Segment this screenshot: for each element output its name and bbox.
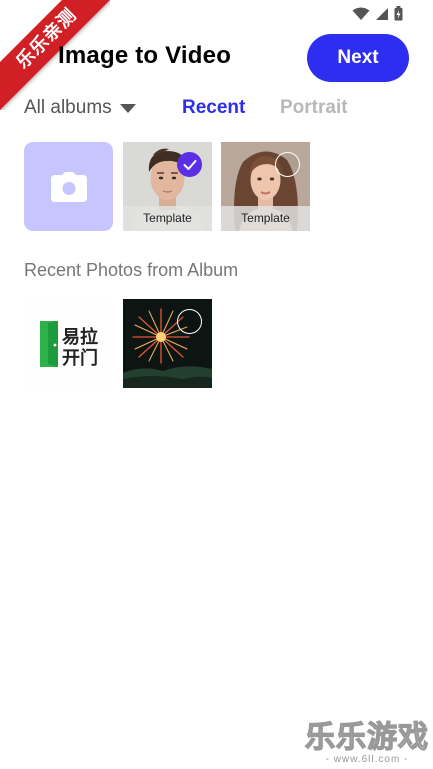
caret-down-icon [119,104,136,113]
template-tile-2[interactable]: Template [221,142,310,231]
template-label: Template [221,206,310,231]
camera-button[interactable] [24,142,113,231]
checkmark-icon [183,159,196,170]
watermark-url: - www.6ll.com - [325,754,409,765]
tab-portrait[interactable]: Portrait [280,97,348,119]
album-dropdown-label: All albums [24,97,112,118]
select-checkbox[interactable] [177,309,202,334]
select-checkbox[interactable] [275,152,300,177]
tab-recent[interactable]: Recent [182,97,245,119]
album-dropdown[interactable]: All albums [24,97,136,119]
site-watermark: 乐乐游戏 - www.6ll.com - [304,720,429,765]
recent-photos-section-title: Recent Photos from Album [24,260,239,280]
wifi-icon [352,7,370,20]
next-button[interactable]: Next [307,34,409,82]
template-label: Template [123,206,212,231]
battery-icon [394,6,403,21]
logo-text-line2: 开门 [62,348,98,369]
camera-icon [50,171,87,202]
cellular-signal-icon [376,7,388,20]
select-checkbox-checked[interactable] [177,152,202,177]
recent-photo-2[interactable] [123,299,212,388]
template-tile-1[interactable]: Template [123,142,212,231]
recent-photo-1[interactable]: 易拉 开门 [24,299,113,388]
watermark-title: 乐乐游戏 [304,720,429,755]
page-title: Image to Video [58,42,232,69]
